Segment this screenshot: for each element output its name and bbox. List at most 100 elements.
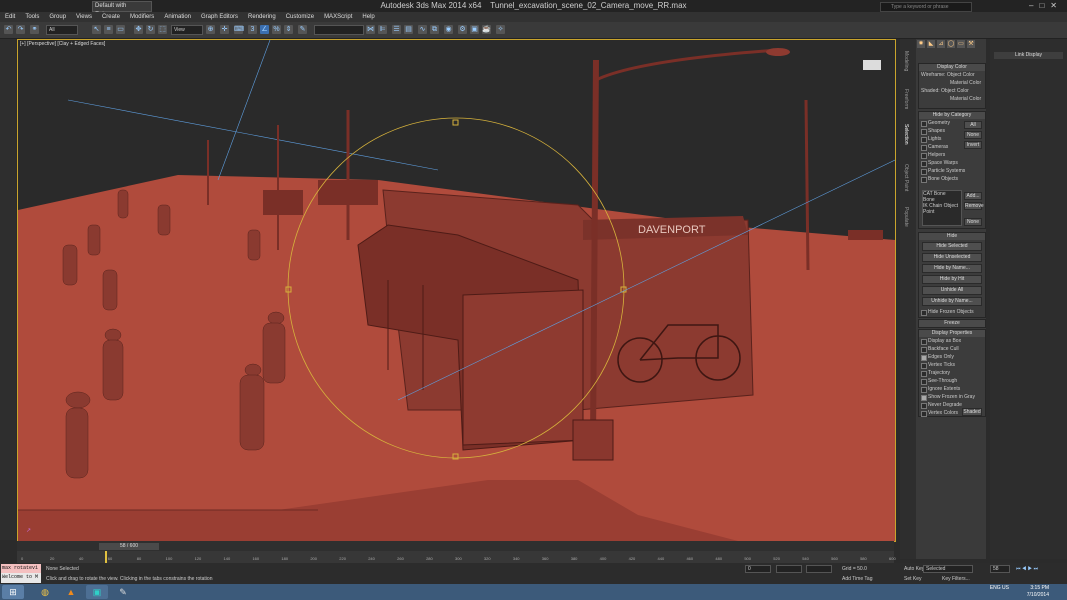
layer-manager-icon[interactable]: ☰	[392, 25, 401, 34]
graphite-ribbon-icon[interactable]: ▤	[404, 25, 413, 34]
mirror-icon[interactable]: ⋈	[366, 25, 375, 34]
vertex-ticks-checkbox[interactable]: Vertex Ticks	[919, 361, 985, 369]
unhide-all-button[interactable]: Unhide All	[922, 286, 982, 295]
keyboard-shortcut-icon[interactable]: ⌨	[234, 25, 244, 34]
modify-icon[interactable]: ◣	[927, 40, 935, 48]
time-slider[interactable]: 58 / 600	[99, 543, 159, 550]
remove-category-button[interactable]: Remove	[964, 202, 984, 210]
tab-selection[interactable]: Selection	[903, 124, 909, 145]
align-icon[interactable]: ⊫	[378, 25, 387, 34]
shaded-material-color-radio[interactable]: Material Color	[919, 95, 985, 103]
render-iterative-icon[interactable]: ✧	[496, 25, 505, 34]
edges-only-checkbox[interactable]: Edges Only	[919, 353, 985, 361]
maxscript-listener[interactable]: max rotatevi Welcome to M	[1, 564, 41, 583]
z-coordinate-field[interactable]	[806, 565, 832, 573]
select-rotate-icon[interactable]: ↻	[146, 25, 155, 34]
tab-freeform[interactable]: Freeform	[903, 89, 909, 109]
window-controls[interactable]: –□✕	[1029, 1, 1063, 10]
hide-unselected-button[interactable]: Hide Unselected	[922, 253, 982, 262]
hide-bone-objects-checkbox[interactable]: Bone Objects	[919, 175, 985, 183]
see-through-checkbox[interactable]: See-Through	[919, 377, 985, 385]
schematic-view-icon[interactable]: ⧉	[430, 25, 439, 34]
menu-customize[interactable]: Customize	[281, 12, 319, 22]
maxscript-input[interactable]: max rotatevi	[1, 564, 41, 573]
chrome-icon[interactable]: ◍	[34, 585, 56, 599]
menu-modifiers[interactable]: Modifiers	[125, 12, 159, 22]
start-button[interactable]: ⊞	[2, 585, 24, 599]
add-time-tag[interactable]: Add Time Tag	[842, 576, 872, 582]
pivot-icon[interactable]: ⊕	[206, 25, 215, 34]
trajectory-checkbox[interactable]: Trajectory	[919, 369, 985, 377]
link-icon[interactable]: ⚭	[30, 25, 39, 34]
select-move-icon[interactable]: ✥	[134, 25, 143, 34]
motion-icon[interactable]: ◯	[947, 40, 955, 48]
menu-create[interactable]: Create	[97, 12, 125, 22]
select-object-icon[interactable]: ↖	[92, 25, 101, 34]
add-category-button[interactable]: Add...	[964, 192, 982, 200]
close-icon[interactable]: ✕	[1050, 1, 1063, 10]
none-category-button[interactable]: None	[964, 218, 982, 226]
hide-none-button[interactable]: None	[964, 131, 982, 139]
menu-views[interactable]: Views	[71, 12, 97, 22]
perspective-viewport[interactable]: [+] [Perspective] [Clay + Edged Faces] D…	[17, 39, 896, 542]
snaps-toggle-icon[interactable]: 3	[248, 25, 257, 34]
wireframe-material-color-radio[interactable]: Material Color	[919, 79, 985, 87]
hide-by-category-header[interactable]: Hide by Category	[919, 112, 985, 119]
curve-editor-icon[interactable]: ∿	[418, 25, 427, 34]
tool-icon[interactable]: ✎	[112, 585, 134, 599]
utilities-icon[interactable]: ⚒	[967, 40, 975, 48]
undo-icon[interactable]: ↶	[4, 25, 13, 34]
maximize-icon[interactable]: □	[1039, 1, 1050, 10]
3ds-max-icon[interactable]: ▣	[86, 585, 108, 599]
menu-maxscript[interactable]: MAXScript	[319, 12, 357, 22]
track-bar[interactable]: 0 20 40 60 80 100 120 140 160 180 200 220 240 260 280 3…	[17, 551, 896, 563]
vlc-icon[interactable]: ▲	[60, 585, 82, 599]
backface-cull-checkbox[interactable]: Backface Cull	[919, 345, 985, 353]
menu-edit[interactable]: Edit	[0, 12, 20, 22]
viewcube-icon[interactable]	[863, 60, 881, 70]
ignore-extents-checkbox[interactable]: Ignore Extents	[919, 385, 985, 393]
rendered-frame-window-icon[interactable]: ▣	[470, 25, 479, 34]
viewport-label[interactable]: [+] [Perspective] [Clay + Edged Faces]	[20, 41, 105, 47]
selection-filter-dropdown[interactable]: All	[46, 25, 78, 35]
hide-by-hit-button[interactable]: Hide by Hit	[922, 275, 982, 284]
key-filters-button[interactable]: Key Filters...	[942, 576, 970, 582]
unhide-by-name-button[interactable]: Unhide by Name...	[922, 297, 982, 306]
menu-group[interactable]: Group	[44, 12, 71, 22]
language-indicator[interactable]: ENG US	[990, 585, 1009, 592]
tab-object-paint[interactable]: Object Paint	[903, 164, 909, 191]
render-setup-icon[interactable]: ⚙	[458, 25, 467, 34]
display-as-box-checkbox[interactable]: Display as Box	[919, 337, 985, 345]
playback-controls[interactable]: ⏮ ◀ ▶ ⏭	[1016, 566, 1038, 572]
hide-header[interactable]: Hide	[919, 233, 985, 240]
gizmo-handle-top[interactable]	[452, 119, 459, 126]
show-frozen-gray-checkbox[interactable]: Show Frozen in Gray	[919, 393, 985, 401]
display-icon[interactable]: ▭	[957, 40, 965, 48]
hide-selected-button[interactable]: Hide Selected	[922, 242, 982, 251]
select-by-name-icon[interactable]: ≡	[104, 25, 113, 34]
minimize-icon[interactable]: –	[1029, 1, 1039, 10]
set-key-label[interactable]: Set Key	[904, 576, 922, 582]
list-item[interactable]: Point	[923, 209, 961, 215]
menu-tools[interactable]: Tools	[20, 12, 44, 22]
freeze-header[interactable]: Freeze	[919, 320, 985, 327]
hide-by-name-button[interactable]: Hide by Name...	[922, 264, 982, 273]
category-list[interactable]: CAT Bone Bone IK Chain Object Point	[922, 190, 962, 226]
redo-icon[interactable]: ↷	[16, 25, 25, 34]
key-mode-dropdown[interactable]: Selected	[923, 565, 973, 573]
x-coordinate-field[interactable]: 0	[745, 565, 771, 573]
tab-populate[interactable]: Populate	[903, 207, 909, 227]
hide-helpers-checkbox[interactable]: Helpers	[919, 151, 985, 159]
hide-all-button[interactable]: All	[964, 121, 982, 129]
render-production-icon[interactable]: ☕	[482, 25, 491, 34]
menu-animation[interactable]: Animation	[159, 12, 196, 22]
reference-coordinate-dropdown[interactable]: View	[171, 25, 203, 35]
current-frame-marker[interactable]	[104, 551, 107, 563]
search-input[interactable]: Type a keyword or phrase	[880, 2, 972, 12]
tab-modeling[interactable]: Modeling	[903, 51, 909, 71]
named-selection-icon[interactable]: ✎	[298, 25, 307, 34]
link-display-header[interactable]: Link Display	[994, 52, 1063, 59]
percent-snap-icon[interactable]: %	[272, 25, 281, 34]
menu-graph-editors[interactable]: Graph Editors	[196, 12, 243, 22]
rectangular-region-icon[interactable]: ▭	[116, 25, 125, 34]
